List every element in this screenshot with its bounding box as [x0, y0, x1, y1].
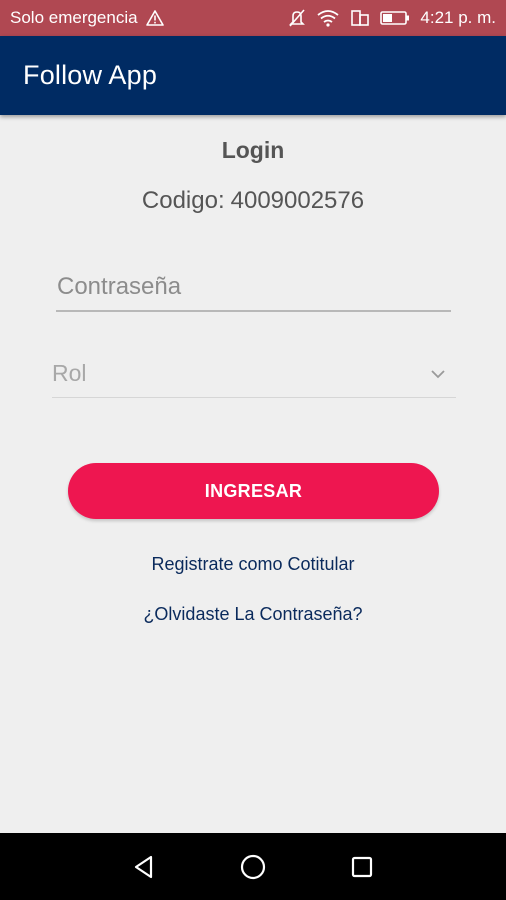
app-bar: Follow App — [0, 36, 506, 115]
forgot-password-link[interactable]: ¿Olvidaste La Contraseña? — [0, 604, 506, 625]
password-field[interactable] — [56, 270, 451, 312]
status-right: 4:21 p. m. — [288, 8, 496, 28]
rol-value: Rol — [52, 360, 87, 386]
ingresar-button[interactable]: INGRESAR — [68, 463, 439, 519]
home-icon[interactable] — [228, 842, 278, 892]
back-icon[interactable] — [119, 842, 169, 892]
carrier-text: Solo emergencia — [10, 8, 138, 27]
warning-icon — [145, 10, 164, 26]
codigo-display: Codigo: 4009002576 — [0, 187, 506, 215]
wifi-icon — [316, 9, 340, 27]
app-title: Follow App — [23, 60, 158, 90]
rol-select[interactable]: Rol — [52, 350, 456, 398]
status-time: 4:21 p. m. — [420, 8, 496, 27]
codigo-value: 4009002576 — [230, 187, 365, 214]
mute-icon — [288, 8, 306, 28]
battery-icon — [380, 10, 410, 26]
status-left: Solo emergencia — [10, 8, 164, 28]
login-form: Login Codigo: 4009002576 Rol INGRESAR Reg… — [0, 115, 506, 833]
register-link[interactable]: Registrate como Cotitular — [0, 554, 506, 575]
status-bar: Solo emergencia 4:21 p. m. — [0, 0, 506, 36]
nav-bar — [0, 833, 506, 900]
recents-icon[interactable] — [337, 842, 387, 892]
chevron-down-icon — [430, 369, 446, 379]
sim-icon — [350, 8, 370, 28]
login-title: Login — [221, 137, 285, 163]
codigo-label: Codigo: — [141, 187, 225, 214]
